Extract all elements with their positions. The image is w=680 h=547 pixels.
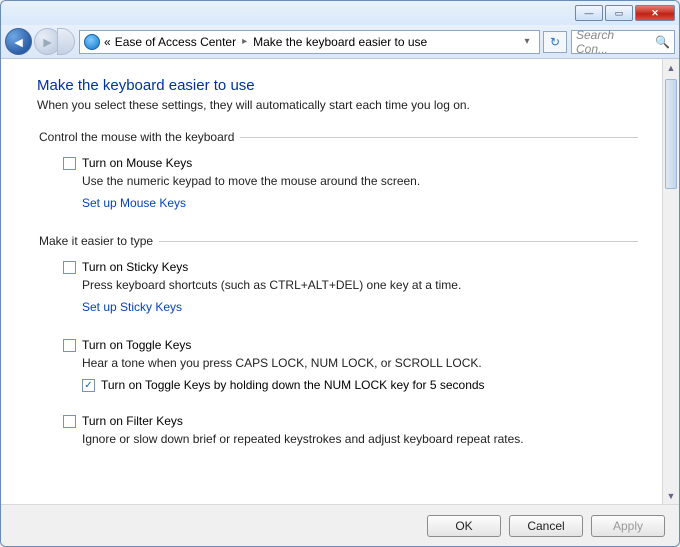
nav-history-dropdown[interactable]: [57, 28, 75, 55]
toggle-keys-description: Hear a tone when you press CAPS LOCK, NU…: [82, 356, 638, 370]
checkbox-toggle-keys[interactable]: [63, 339, 76, 352]
mouse-keys-description: Use the numeric keypad to move the mouse…: [82, 174, 638, 188]
group-easier-type: Make it easier to type Turn on Sticky Ke…: [37, 234, 638, 454]
checkbox-toggle-keys-numlock-label: Turn on Toggle Keys by holding down the …: [101, 378, 485, 392]
breadcrumb-item-current[interactable]: Make the keyboard easier to use: [253, 35, 427, 49]
apply-button[interactable]: Apply: [591, 515, 665, 537]
window-frame: — ▭ ✕ ◄ ► « Ease of Access Center ▸ Make…: [0, 0, 680, 547]
content-scroll: Make the keyboard easier to use When you…: [1, 59, 662, 504]
dialog-footer: OK Cancel Apply: [1, 504, 679, 546]
page-title: Make the keyboard easier to use: [37, 77, 638, 94]
link-setup-mouse-keys[interactable]: Set up Mouse Keys: [82, 196, 186, 210]
ok-button[interactable]: OK: [427, 515, 501, 537]
breadcrumb-chevrons: «: [104, 35, 111, 49]
vertical-scrollbar[interactable]: ▲ ▼: [662, 59, 679, 504]
group-mouse-keys: Control the mouse with the keyboard Turn…: [37, 130, 638, 216]
link-setup-sticky-keys[interactable]: Set up Sticky Keys: [82, 300, 182, 314]
checkbox-mouse-keys-label: Turn on Mouse Keys: [82, 156, 192, 170]
filter-keys-description: Ignore or slow down brief or repeated ke…: [82, 432, 638, 446]
checkbox-toggle-keys-numlock[interactable]: [82, 379, 95, 392]
breadcrumb-item-ease-of-access[interactable]: Ease of Access Center: [115, 35, 236, 49]
search-icon: 🔍: [655, 35, 670, 49]
maximize-button[interactable]: ▭: [605, 5, 633, 21]
checkbox-sticky-keys[interactable]: [63, 261, 76, 274]
checkbox-mouse-keys[interactable]: [63, 157, 76, 170]
back-button[interactable]: ◄: [5, 28, 32, 55]
search-placeholder: Search Con...: [576, 28, 647, 56]
group-mouse-keys-legend: Control the mouse with the keyboard: [37, 130, 240, 144]
breadcrumb-separator: ▸: [240, 36, 249, 47]
refresh-button[interactable]: ↻: [543, 31, 567, 53]
close-button[interactable]: ✕: [635, 5, 675, 21]
sticky-keys-description: Press keyboard shortcuts (such as CTRL+A…: [82, 278, 638, 292]
title-bar: — ▭ ✕: [1, 1, 679, 25]
scroll-down-arrow-icon[interactable]: ▼: [663, 487, 679, 504]
nav-toolbar: ◄ ► « Ease of Access Center ▸ Make the k…: [1, 25, 679, 59]
page-subtitle: When you select these settings, they wil…: [37, 98, 638, 112]
checkbox-filter-keys-label: Turn on Filter Keys: [82, 414, 183, 428]
control-panel-icon: [84, 34, 100, 50]
scroll-thumb[interactable]: [665, 79, 677, 189]
minimize-button[interactable]: —: [575, 5, 603, 21]
content-area: Make the keyboard easier to use When you…: [1, 59, 679, 504]
checkbox-toggle-keys-label: Turn on Toggle Keys: [82, 338, 191, 352]
address-dropdown-icon[interactable]: ▾: [519, 36, 535, 47]
scroll-up-arrow-icon[interactable]: ▲: [663, 59, 679, 76]
group-easier-type-legend: Make it easier to type: [37, 234, 159, 248]
cancel-button[interactable]: Cancel: [509, 515, 583, 537]
checkbox-sticky-keys-label: Turn on Sticky Keys: [82, 260, 188, 274]
search-input[interactable]: Search Con... 🔍: [571, 30, 675, 54]
address-bar[interactable]: « Ease of Access Center ▸ Make the keybo…: [79, 30, 540, 54]
checkbox-filter-keys[interactable]: [63, 415, 76, 428]
